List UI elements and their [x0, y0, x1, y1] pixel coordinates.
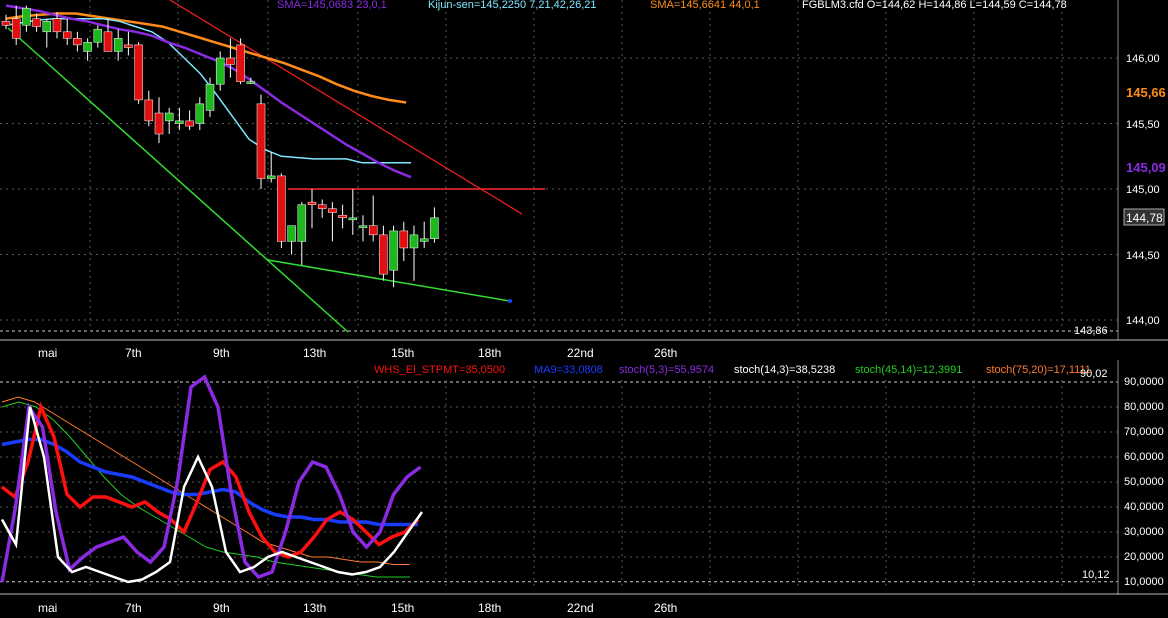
candle-body-23 — [236, 44, 245, 82]
candle-body-37 — [379, 234, 388, 275]
osc-date-label-13th: 13th — [303, 601, 326, 615]
candle-body-8 — [83, 42, 92, 52]
price-label-sma-long: 145,66 — [1126, 85, 1166, 100]
candle-body-14 — [144, 99, 154, 122]
candle-body-31 — [317, 204, 327, 209]
osc-level-low-label: 10,12 — [1082, 569, 1110, 581]
date-label-15th: 15th — [391, 346, 414, 360]
candle-body-35 — [358, 225, 368, 228]
price-tick-145-00: 145,00 — [1126, 184, 1160, 196]
candle-body-42 — [430, 217, 439, 240]
candle-body-32 — [328, 208, 337, 213]
candlestick-series — [1, 5, 439, 288]
candle-body-24 — [246, 81, 256, 84]
legend-sma-short: SMA=145,0683 23,0,1 — [277, 0, 387, 11]
candle-body-27 — [277, 175, 286, 242]
trading-chart[interactable]: SMA=145,0683 23,0,1 Kijun-sen=145,2250 7… — [0, 0, 1168, 618]
date-label-18th: 18th — [478, 346, 501, 360]
candle-body-3 — [32, 18, 41, 27]
candle-body-1 — [11, 18, 21, 39]
legend-stoch-75-20: stoch(75,20)=17,1111 — [986, 364, 1091, 376]
candle-body-38 — [389, 230, 398, 271]
osc-tick-10: 10,0000 — [1124, 576, 1164, 588]
candle-body-6 — [62, 31, 72, 39]
legend-kijun: Kijun-sen=145,2250 7,21,42,26,21 — [428, 0, 597, 11]
candle-body-39 — [399, 230, 409, 249]
price-label-low: 143,86 — [1074, 325, 1108, 337]
osc-tick-80: 80,0000 — [1124, 401, 1164, 413]
candle-body-19 — [195, 103, 205, 124]
osc-date-label-26th: 26th — [654, 601, 677, 615]
legend-ohlc: FGBLM3.cfd O=144,62 H=144,86 L=144,59 C=… — [802, 0, 1067, 11]
candle-body-25 — [256, 103, 266, 179]
osc-date-label-22nd: 22nd — [567, 601, 594, 615]
trendline-red-descending — [169, 0, 523, 215]
candle-body-4 — [42, 21, 52, 33]
candle-body-16 — [164, 112, 174, 122]
osc-date-label-mai: mai — [38, 601, 57, 615]
candle-body-5 — [52, 18, 62, 33]
legend-ma9: MA9=33,0808 — [534, 364, 603, 376]
date-label-13th: 13th — [303, 346, 326, 360]
date-label-mai: mai — [38, 346, 57, 360]
legend-stoch-14-3: stoch(14,3)=38,5238 — [734, 364, 835, 376]
candle-body-21 — [215, 57, 225, 85]
candle-body-12 — [124, 44, 133, 48]
oscillator-panel — [0, 360, 1168, 595]
candle-body-18 — [185, 120, 194, 127]
legend-stoch-5-3: stoch(5,3)=55,9574 — [619, 364, 714, 376]
price-tick-144-50: 144,50 — [1126, 250, 1160, 262]
candle-body-28 — [287, 225, 296, 242]
legend-stoch-45-14: stoch(45,14)=12,3991 — [855, 364, 962, 376]
osc-date-label-15th: 15th — [391, 601, 414, 615]
candle-body-40 — [409, 234, 419, 249]
candle-body-22 — [226, 57, 235, 65]
trendline-anchor-dot — [508, 299, 512, 303]
candle-body-0 — [1, 21, 11, 26]
price-label-sma-short: 145,09 — [1126, 160, 1166, 175]
price-tick-145-50: 145,50 — [1126, 119, 1160, 131]
osc-date-label-18th: 18th — [478, 601, 501, 615]
candle-body-2 — [22, 7, 31, 26]
osc-date-label-7th: 7th — [125, 601, 142, 615]
price-tick-146-00: 146,00 — [1126, 53, 1160, 65]
candle-body-13 — [134, 44, 143, 101]
candle-body-33 — [338, 214, 347, 219]
osc-tick-90: 90,0000 — [1124, 376, 1164, 388]
candle-body-7 — [73, 38, 82, 46]
candle-body-9 — [93, 28, 103, 43]
osc-tick-40: 40,0000 — [1124, 501, 1164, 513]
date-label-9th: 9th — [213, 346, 230, 360]
candle-body-30 — [307, 201, 317, 205]
trendline-green-support — [267, 259, 511, 302]
candle-body-26 — [266, 175, 276, 179]
candle-body-34 — [348, 217, 358, 221]
osc-level-high-label: 90,02 — [1080, 368, 1108, 380]
stoch-45-14-line — [1, 401, 410, 578]
price-panel-grid — [0, 0, 1168, 341]
candle-body-41 — [419, 238, 429, 242]
osc-tick-20: 20,0000 — [1124, 551, 1164, 563]
candle-body-29 — [297, 204, 307, 242]
osc-date-label-9th: 9th — [213, 601, 230, 615]
price-tick-144-00: 144,00 — [1126, 315, 1160, 327]
legend-sma-long: SMA=145,6641 44,0,1 — [650, 0, 760, 11]
candle-body-36 — [368, 225, 378, 236]
legend-stpmt: WHS_El_STPMT=35,0500 — [374, 364, 505, 376]
candle-body-10 — [103, 31, 113, 52]
date-label-7th: 7th — [125, 346, 142, 360]
date-label-26th: 26th — [654, 346, 677, 360]
osc-tick-30: 30,0000 — [1124, 526, 1164, 538]
date-label-22nd: 22nd — [567, 346, 594, 360]
candle-body-15 — [154, 112, 164, 135]
osc-tick-60: 60,0000 — [1124, 451, 1164, 463]
candle-body-17 — [175, 120, 184, 124]
osc-tick-70: 70,0000 — [1124, 426, 1164, 438]
candle-body-20 — [205, 83, 215, 111]
price-label-last: 144,78 — [1126, 211, 1163, 225]
osc-tick-50: 50,0000 — [1124, 476, 1164, 488]
candle-body-11 — [113, 38, 123, 52]
